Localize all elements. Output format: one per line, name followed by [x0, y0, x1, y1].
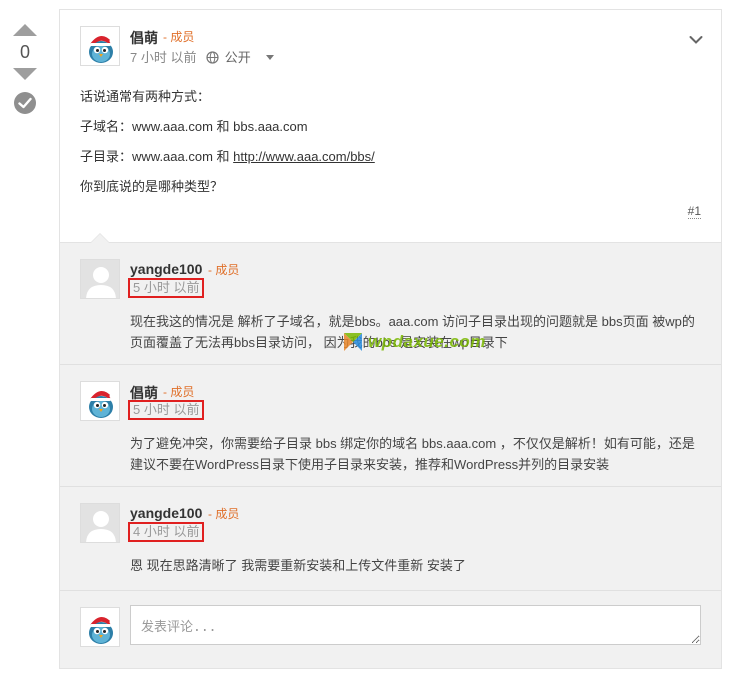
- visibility-dropdown-icon[interactable]: [266, 55, 275, 60]
- upvote-arrow-icon[interactable]: [13, 24, 37, 36]
- chevron-down-icon[interactable]: [689, 32, 703, 44]
- comment-role: - 成员: [208, 263, 240, 277]
- comments-section: yangde100 - 成员 5 小时 以前 现在我这的情况是 解析了子域名，就…: [60, 233, 721, 669]
- post-line: 话说通常有两种方式：: [80, 89, 211, 104]
- comment-role: - 成员: [163, 385, 195, 399]
- bird-avatar-icon: [89, 35, 115, 63]
- post-link[interactable]: http://www.aaa.com/bbs/: [233, 149, 375, 164]
- comment-role: - 成员: [208, 507, 240, 521]
- avatar[interactable]: [80, 503, 120, 543]
- comment-text: 为了避免冲突，你需要给子目录 bbs 绑定你的域名 bbs.aaa.com ，不…: [130, 436, 695, 472]
- comment-input[interactable]: [130, 605, 701, 645]
- comment-text: 恩 现在思路清晰了 我需要重新安装和上传文件重新 安装了: [130, 558, 466, 573]
- accept-check-icon[interactable]: [14, 92, 36, 114]
- post-author[interactable]: 倡萌: [130, 28, 158, 48]
- bird-avatar-icon: [89, 616, 115, 644]
- avatar[interactable]: [80, 381, 120, 421]
- comment: yangde100 - 成员 4 小时 以前 恩 现在思路清晰了 我需要重新安装…: [60, 487, 721, 591]
- default-user-icon: [81, 504, 119, 542]
- comment-time: 5 小时 以前: [128, 278, 205, 298]
- post-body: 话说通常有两种方式： 子域名：www.aaa.com 和 bbs.aaa.com…: [80, 82, 375, 202]
- vote-count: 0: [19, 42, 30, 62]
- comments-pointer: [90, 233, 110, 243]
- comment-time: 4 小时 以前: [128, 522, 205, 542]
- post: 倡萌 - 成员 7 小时 以前 公开 话说通常有两种方式： 子域名：www.aa…: [60, 10, 721, 242]
- bird-avatar-icon: [89, 390, 115, 418]
- watermark-logo-icon: [342, 331, 364, 353]
- post-number-link[interactable]: #1: [687, 204, 701, 219]
- comment-author[interactable]: yangde100: [130, 505, 202, 521]
- post-time: 7 小时 以前: [130, 50, 197, 65]
- question-card: 倡萌 - 成员 7 小时 以前 公开 话说通常有两种方式： 子域名：www.aa…: [59, 9, 722, 669]
- post-line: 子目录：www.aaa.com 和 http://www.aaa.com/bbs…: [80, 149, 375, 164]
- downvote-arrow-icon[interactable]: [13, 68, 37, 80]
- comment-time: 5 小时 以前: [128, 400, 205, 420]
- post-line: 你到底说的是哪种类型？: [80, 179, 224, 194]
- watermark-text: wpdaxue.com: [368, 332, 486, 351]
- post-line: 子域名：www.aaa.com 和 bbs.aaa.com: [80, 119, 308, 134]
- watermark: wpdaxue.com: [342, 331, 486, 353]
- globe-icon: [206, 51, 219, 64]
- vote-column: 0: [10, 24, 40, 114]
- avatar[interactable]: [80, 259, 120, 299]
- avatar: [80, 607, 120, 647]
- post-meta: 7 小时 以前 公开: [130, 47, 275, 66]
- post-role: - 成员: [163, 30, 195, 44]
- reply-area: [60, 591, 721, 669]
- comment: yangde100 - 成员 5 小时 以前 现在我这的情况是 解析了子域名，就…: [60, 243, 721, 365]
- visibility-label[interactable]: 公开: [225, 50, 251, 65]
- default-user-icon: [81, 260, 119, 298]
- comment-author[interactable]: yangde100: [130, 261, 202, 277]
- comment: 倡萌 - 成员 5 小时 以前 为了避免冲突，你需要给子目录 bbs 绑定你的域…: [60, 365, 721, 487]
- avatar[interactable]: [80, 26, 120, 66]
